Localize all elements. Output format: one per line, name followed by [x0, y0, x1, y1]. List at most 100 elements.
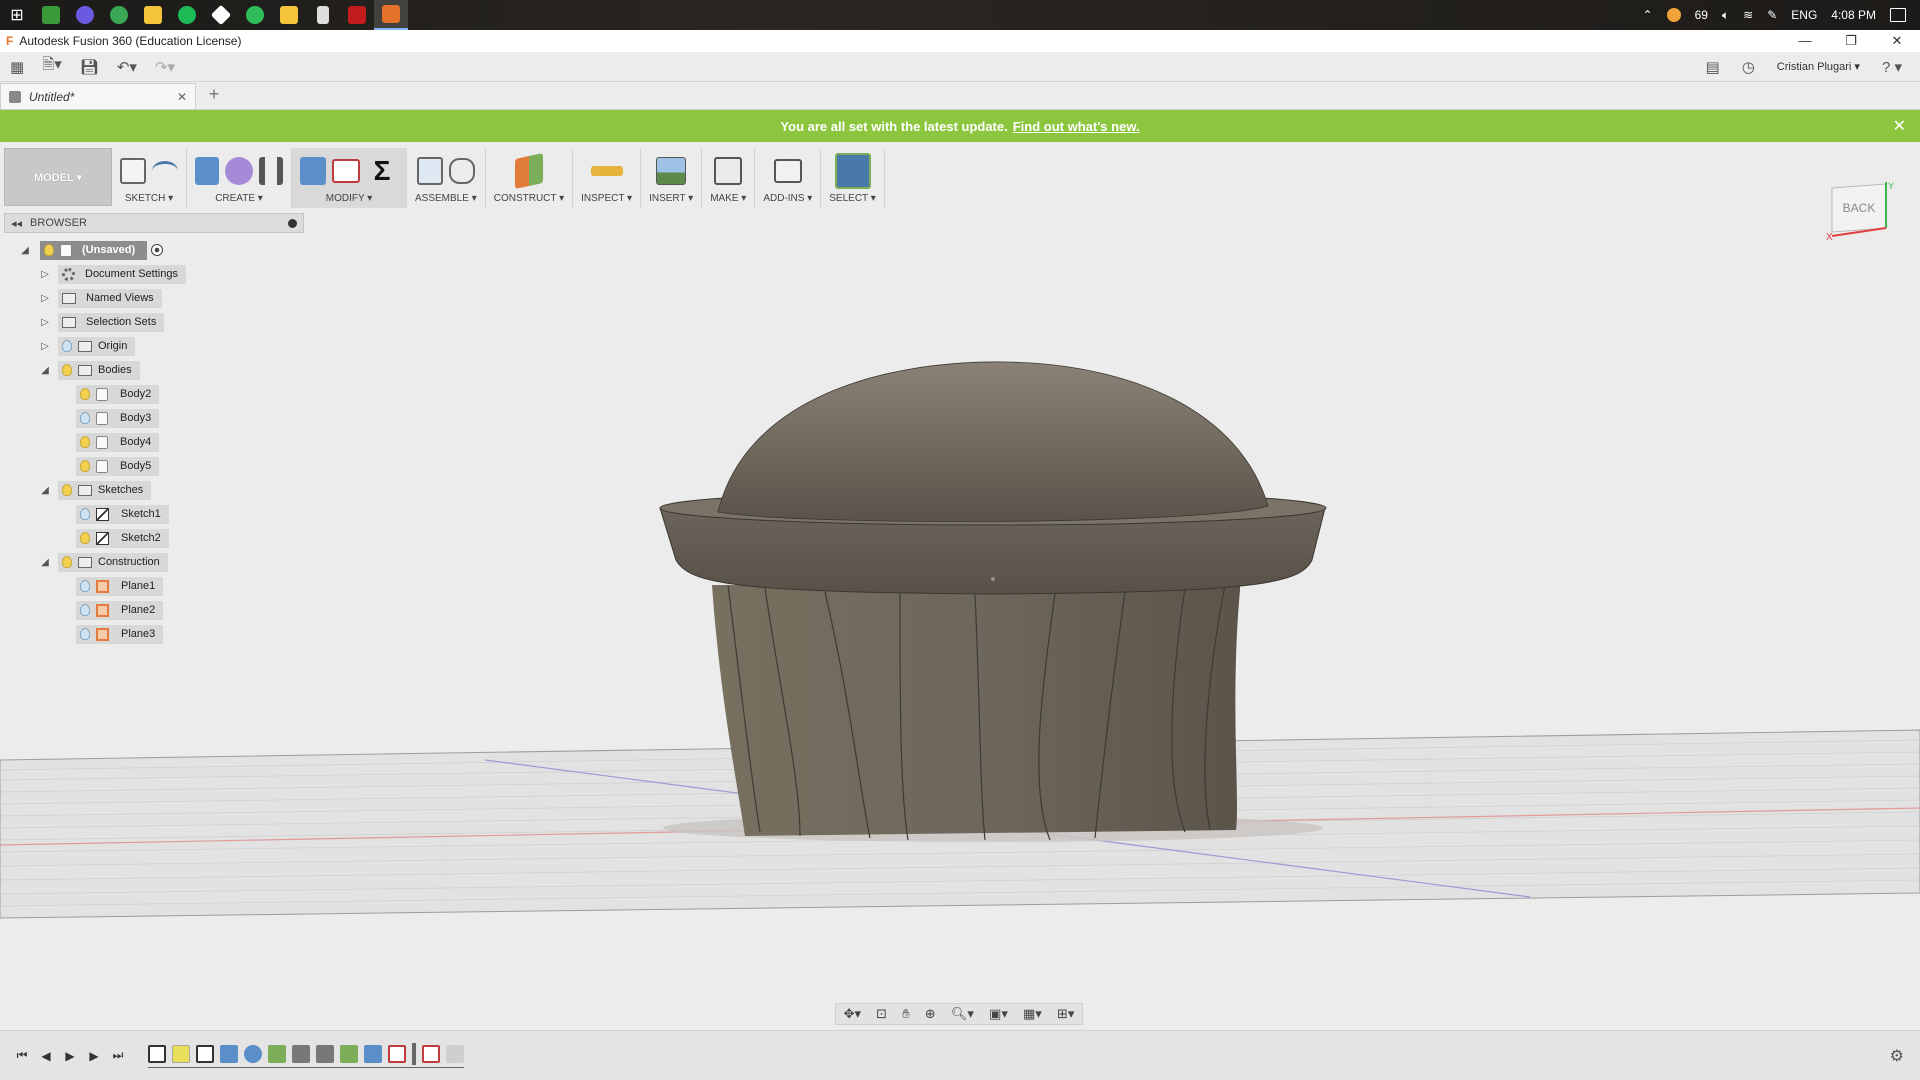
insert-image-icon[interactable]	[656, 157, 687, 185]
redo-icon[interactable]: ↷▾	[155, 58, 175, 76]
taskbar-app-green-arrow[interactable]	[238, 0, 272, 30]
orbit-icon[interactable]: ✥▾	[844, 1006, 861, 1022]
timeline-track[interactable]	[148, 1043, 464, 1068]
tree-item-document-settings[interactable]: ▷ Document Settings	[14, 262, 314, 286]
timeline-sphere-icon[interactable]	[244, 1045, 262, 1063]
volume-icon[interactable]: 🔈︎	[1722, 8, 1729, 23]
viewports-icon[interactable]: ⊞▾	[1057, 1006, 1074, 1022]
tree-item-selection-sets[interactable]: ▷ Selection Sets	[14, 310, 314, 334]
timeline-sketch-icon[interactable]	[148, 1045, 166, 1063]
ribbon-group-insert[interactable]: INSERT ▾	[641, 148, 703, 208]
collapse-triangle-icon[interactable]: ◢	[38, 485, 52, 496]
visibility-bulb-icon[interactable]	[80, 412, 90, 424]
visibility-bulb-icon[interactable]	[80, 580, 90, 592]
minimize-button[interactable]: —	[1782, 33, 1828, 49]
timeline-plane-icon[interactable]	[340, 1045, 358, 1063]
visibility-bulb-icon[interactable]	[62, 340, 72, 352]
visibility-bulb-icon[interactable]	[62, 556, 72, 568]
visibility-bulb-icon[interactable]	[80, 460, 90, 472]
visibility-bulb-icon[interactable]	[80, 628, 90, 640]
ribbon-group-modify[interactable]: Σ MODIFY ▾	[292, 148, 407, 208]
user-menu[interactable]: Cristian Plugari ▾	[1777, 60, 1860, 73]
wifi-icon[interactable]: ≋	[1743, 8, 1753, 22]
step-forward-icon[interactable]: ▶︎	[82, 1049, 106, 1063]
tree-item-body2[interactable]: Body2	[14, 382, 314, 406]
new-component-icon[interactable]	[416, 157, 443, 185]
visibility-bulb-icon[interactable]	[80, 604, 90, 616]
ribbon-group-addins[interactable]: ADD-INS ▾	[755, 148, 822, 208]
display-settings-icon[interactable]: ▣▾	[989, 1006, 1008, 1022]
taskbar-app-chrome[interactable]	[102, 0, 136, 30]
notification-icon[interactable]	[1890, 8, 1906, 22]
activate-radio-icon[interactable]	[151, 244, 164, 256]
tree-item-named-views[interactable]: ▷ Named Views	[14, 286, 314, 310]
collapse-triangle-icon[interactable]: ◢	[18, 245, 32, 256]
language-indicator[interactable]: ENG	[1791, 8, 1817, 22]
arc-icon[interactable]	[152, 161, 178, 181]
tree-item-sketches[interactable]: ◢ Sketches	[14, 478, 314, 502]
taskbar-app-spotify[interactable]	[170, 0, 204, 30]
view-cube[interactable]: BACK X Y	[1826, 180, 1894, 243]
tree-item-sketch2[interactable]: Sketch2	[14, 526, 314, 550]
clock[interactable]: 4:08 PM	[1831, 8, 1876, 22]
step-back-icon[interactable]: ◀	[34, 1049, 58, 1063]
help-menu[interactable]: ? ▾	[1882, 58, 1902, 76]
play-icon[interactable]: ▶	[58, 1049, 82, 1063]
workspace-mode-button[interactable]: MODEL ▾	[4, 148, 112, 206]
ribbon-group-select[interactable]: SELECT ▾	[821, 148, 885, 208]
data-panel-grid-icon[interactable]: ▦	[10, 58, 24, 76]
visibility-bulb-icon[interactable]	[80, 532, 90, 544]
tree-item-body5[interactable]: Body5	[14, 454, 314, 478]
create-sketch-icon[interactable]	[120, 158, 146, 184]
expand-triangle-icon[interactable]: ▷	[38, 269, 52, 280]
taskbar-app-green[interactable]	[34, 0, 68, 30]
fit-zoom-icon[interactable]: 🔍︎▾	[951, 1006, 974, 1022]
select-cursor-icon[interactable]	[834, 153, 871, 189]
taskbar-app-fusion360[interactable]	[374, 0, 408, 30]
expand-triangle-icon[interactable]: ▷	[38, 293, 52, 304]
form-icon[interactable]	[225, 157, 253, 185]
visibility-bulb-icon[interactable]	[80, 388, 90, 400]
ribbon-group-sketch[interactable]: SKETCH ▾	[112, 148, 187, 208]
visibility-bulb-icon[interactable]	[62, 484, 72, 496]
scripts-addins-icon[interactable]	[773, 159, 802, 183]
zoom-icon[interactable]: ⊕	[925, 1006, 936, 1022]
timeline-split-icon[interactable]	[388, 1045, 406, 1063]
visibility-bulb-icon[interactable]	[62, 364, 72, 376]
3d-print-icon[interactable]	[714, 157, 743, 185]
go-to-end-icon[interactable]: ⏭	[106, 1048, 130, 1063]
expand-triangle-icon[interactable]: ▷	[38, 317, 52, 328]
taskbar-app-git[interactable]	[204, 0, 238, 30]
offset-plane-icon[interactable]	[514, 153, 543, 189]
banner-close-icon[interactable]: ✕	[1893, 116, 1906, 136]
timeline-move-icon[interactable]	[292, 1045, 310, 1063]
joint-icon[interactable]	[448, 158, 475, 184]
look-at-icon[interactable]: ⊡	[876, 1006, 887, 1022]
timeline-split-icon[interactable]	[364, 1045, 382, 1063]
chevron-up-icon[interactable]: ⌃	[1643, 8, 1653, 22]
timeline-sketch-icon[interactable]	[196, 1045, 214, 1063]
tree-item-sketch1[interactable]: Sketch1	[14, 502, 314, 526]
measure-icon[interactable]	[590, 166, 623, 176]
tree-item-plane1[interactable]: Plane1	[14, 574, 314, 598]
taskbar-app-folder[interactable]	[272, 0, 306, 30]
banner-link[interactable]: Find out what's new.	[1013, 119, 1140, 134]
tree-item-bodies[interactable]: ◢ Bodies	[14, 358, 314, 382]
pan-hand-icon[interactable]: ✋︎	[902, 1006, 909, 1022]
close-tab-icon[interactable]: ✕	[177, 90, 187, 104]
grid-settings-icon[interactable]: ▦▾	[1023, 1006, 1042, 1022]
tree-item-body4[interactable]: Body4	[14, 430, 314, 454]
timeline-marker[interactable]	[412, 1043, 416, 1065]
timeline-ghost-icon[interactable]	[446, 1045, 464, 1063]
ribbon-group-inspect[interactable]: INSPECT ▾	[573, 148, 642, 208]
ribbon-group-make[interactable]: MAKE ▾	[702, 148, 756, 208]
tree-item-body3[interactable]: Body3	[14, 406, 314, 430]
collapse-triangle-icon[interactable]: ◢	[38, 557, 52, 568]
parameters-sigma-icon[interactable]: Σ	[366, 155, 398, 187]
job-status-icon[interactable]: ▤	[1706, 58, 1720, 76]
taskbar-app-explorer[interactable]	[136, 0, 170, 30]
taskbar-app-acrobat[interactable]	[340, 0, 374, 30]
tree-item-plane3[interactable]: Plane3	[14, 622, 314, 646]
tree-item-origin[interactable]: ▷ Origin	[14, 334, 314, 358]
pin-icon[interactable]	[288, 218, 297, 228]
